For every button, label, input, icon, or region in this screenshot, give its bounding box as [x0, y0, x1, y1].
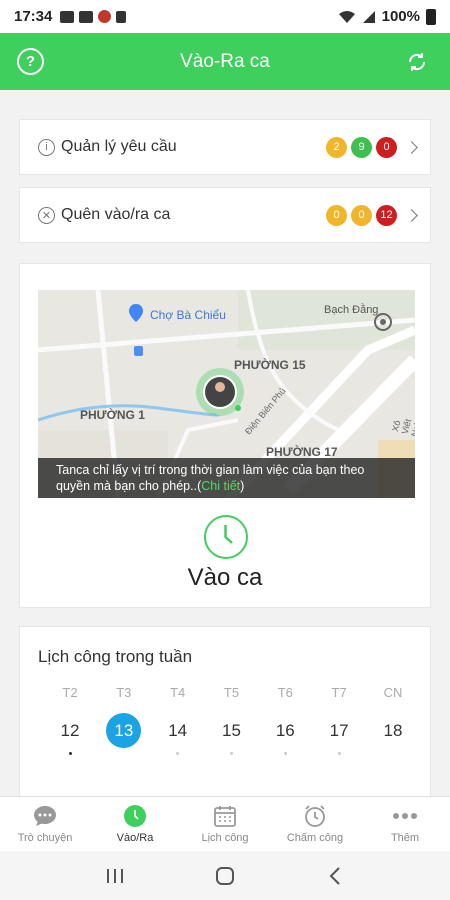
system-navigation-bar	[0, 851, 450, 900]
day-dot	[337, 752, 341, 755]
map-label-phuong-15: PHƯỜNG 15	[234, 358, 306, 372]
calendar-icon	[212, 804, 238, 828]
map-label-cho-ba-chieu: Chợ Bà Chiểu	[150, 308, 226, 322]
week-days: T2 12 T3 13 T4 14 T5 15 T6 16 T7 17 CN 1…	[50, 685, 413, 755]
status-time: 17:34	[14, 8, 53, 25]
request-management-label: Quản lý yêu cầu	[61, 138, 177, 155]
nav-label: Vào/Ra	[116, 832, 154, 844]
battery-icon	[426, 8, 436, 25]
youtube-icon	[60, 10, 75, 23]
day-date: 17	[329, 720, 349, 740]
gallery-icon	[79, 10, 94, 23]
help-icon[interactable]: ?	[17, 48, 44, 75]
day-name: T2	[62, 685, 78, 700]
app-notification-icon	[98, 10, 112, 23]
day-item[interactable]: T7 17	[319, 685, 359, 755]
forgot-checkin-label: Quên vào/ra ca	[61, 206, 171, 223]
day-dot	[176, 752, 180, 755]
home-icon[interactable]	[210, 861, 240, 891]
location-disclaimer: Tanca chỉ lấy vị trí trong thời gian làm…	[38, 458, 415, 498]
nav-chat[interactable]: Trò chuyện	[0, 797, 90, 851]
chevron-right-icon	[405, 140, 418, 154]
day-date: 15	[222, 720, 241, 740]
day-date: 18	[383, 720, 403, 740]
nav-more[interactable]: Thêm	[360, 797, 450, 851]
nav-label: Thêm	[390, 832, 420, 844]
info-icon: i	[38, 138, 55, 156]
day-item[interactable]: T5 15	[211, 685, 251, 755]
nav-label: Chấm công	[286, 832, 344, 844]
status-bar: 17:34 100%	[0, 0, 450, 33]
weekly-schedule-title: Lịch công trong tuần	[38, 647, 193, 666]
day-dot	[122, 752, 125, 755]
nav-label: Lịch công	[201, 832, 249, 844]
weekly-schedule-card: Lịch công trong tuần T2 12 T3 13 T4 14 T…	[19, 626, 431, 801]
day-name: T6	[277, 685, 293, 700]
day-date: 16	[275, 720, 295, 740]
checkin-clock-icon[interactable]	[204, 515, 248, 559]
map-label-phuong-17: PHƯỜNG 17	[266, 445, 338, 459]
day-dot	[229, 752, 233, 755]
day-date: 14	[168, 720, 188, 740]
day-name: T7	[331, 685, 347, 700]
pending-count-badge: 2	[326, 136, 347, 158]
details-link[interactable]: Chi tiết	[201, 479, 240, 493]
map-label-phuong-1: PHƯỜNG 1	[80, 408, 145, 422]
day-name: T3	[116, 685, 132, 700]
chat-icon	[32, 804, 58, 828]
day-dot	[283, 752, 287, 755]
wifi-icon	[338, 10, 355, 23]
approved-count-badge: 9	[351, 136, 372, 158]
day-item[interactable]: T2 12	[50, 685, 90, 755]
day-name: T4	[170, 685, 186, 700]
request-management-row[interactable]: i Quản lý yêu cầu 2 9 0	[19, 119, 431, 175]
clock-icon	[122, 804, 148, 828]
day-dot	[68, 752, 72, 755]
day-item[interactable]: T4 14	[158, 685, 198, 755]
waiting-count-badge: 0	[351, 204, 372, 226]
app-header: ? Vào-Ra ca	[0, 33, 450, 90]
day-item[interactable]: CN 18	[373, 685, 413, 755]
location-disclaimer-end: )	[240, 479, 245, 493]
bottom-navigation: Trò chuyện Vào/Ra Lịch công Chấm công Th…	[0, 796, 450, 851]
pending-count-badge: 0	[326, 204, 347, 226]
forgot-checkin-row[interactable]: ✕ Quên vào/ra ca 0 0 12	[19, 187, 431, 243]
nav-checkin[interactable]: Vào/Ra	[90, 797, 180, 851]
back-icon[interactable]	[320, 861, 350, 891]
day-date: 12	[60, 720, 80, 740]
close-circle-icon: ✕	[38, 206, 55, 224]
chevron-right-icon	[405, 208, 418, 222]
alarm-clock-icon	[302, 804, 328, 828]
day-date: 13	[106, 713, 142, 748]
nav-schedule[interactable]: Lịch công	[180, 797, 270, 851]
more-icon	[392, 804, 418, 828]
checkin-button[interactable]: Vào ca	[20, 564, 430, 592]
location-map[interactable]: Chợ Bà Chiểu Bạch Đằng PHƯỜNG 15 PHƯỜNG …	[38, 290, 415, 498]
rejected-count-badge: 12	[376, 204, 397, 226]
page-title: Vào-Ra ca	[180, 50, 270, 72]
nav-timekeeping[interactable]: Chấm công	[270, 797, 360, 851]
recent-apps-icon[interactable]	[100, 861, 130, 891]
day-name: CN	[383, 685, 403, 700]
map-label-bach-dang: Bạch Đằng	[324, 304, 379, 316]
clipboard-icon	[116, 10, 127, 23]
checkin-card: Chợ Bà Chiểu Bạch Đằng PHƯỜNG 15 PHƯỜNG …	[19, 263, 431, 608]
day-name: T5	[223, 685, 240, 700]
rejected-count-badge: 0	[376, 136, 397, 158]
day-item-selected[interactable]: T3 13	[104, 685, 144, 755]
refresh-icon[interactable]	[403, 48, 430, 75]
day-item[interactable]: T6 16	[265, 685, 305, 755]
battery-percent: 100%	[381, 8, 420, 25]
signal-icon	[362, 10, 375, 23]
nav-label: Trò chuyện	[17, 832, 73, 844]
day-dot	[391, 752, 394, 755]
